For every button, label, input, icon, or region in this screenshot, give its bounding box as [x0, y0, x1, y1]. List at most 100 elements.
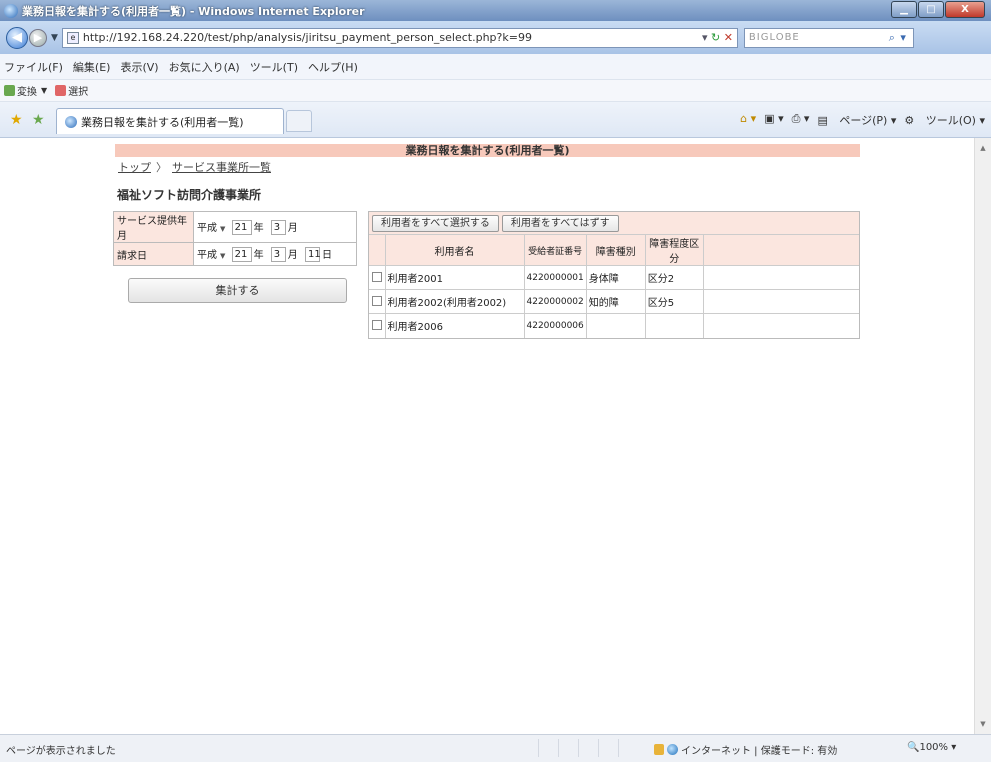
breadcrumb-offices-link[interactable]: サービス事業所一覧 — [172, 161, 271, 174]
users-header-row: 利用者名 受給者証番号 障害種別 障害程度区分 — [369, 234, 859, 266]
user-name: 利用者2001 — [384, 265, 524, 290]
refresh-icon[interactable]: ↻ — [711, 31, 720, 44]
menu-bar: ファイル(F) 編集(E) 表示(V) お気に入り(A) ツール(T) ヘルプ(… — [0, 54, 991, 80]
search-provider: BIGLOBE — [748, 32, 800, 43]
maximize-button[interactable]: □ — [918, 1, 944, 18]
menu-tools[interactable]: ツール(T) — [250, 59, 298, 75]
service-year-input[interactable]: 21 — [231, 220, 252, 236]
status-divider — [538, 739, 556, 757]
user-disability-type: 知的障 — [585, 289, 646, 314]
scroll-up-icon[interactable]: ▲ — [975, 140, 991, 156]
back-button[interactable]: ◀ — [6, 26, 28, 49]
vertical-scrollbar[interactable]: ▲ ▼ — [974, 138, 991, 734]
search-icon[interactable]: ⌕ ▾ — [889, 31, 907, 45]
row-checkbox-cell — [369, 313, 385, 338]
status-divider — [558, 739, 576, 757]
url-dropdown-icon[interactable]: ▾ — [702, 31, 708, 44]
menu-favorites[interactable]: お気に入り(A) — [169, 59, 240, 75]
service-month-row: サービス提供年月 平成 ▼ 21 年 3月 — [113, 211, 357, 243]
url-text: http://192.168.24.220/test/php/analysis/… — [82, 31, 532, 44]
billing-era-select[interactable]: 平成 ▼ — [197, 246, 225, 261]
office-name: 福祉ソフト訪問介護事業所 — [117, 188, 262, 202]
user-disability-type: 身体障 — [585, 265, 646, 290]
user-checkbox[interactable] — [371, 296, 382, 306]
row-checkbox-cell — [369, 265, 385, 290]
user-disability-type — [585, 313, 646, 338]
select-button[interactable]: 選択 — [55, 83, 88, 98]
status-divider — [618, 739, 636, 757]
aggregate-button[interactable]: 集計する — [128, 278, 347, 303]
tab-label: 業務日報を集計する(利用者一覧) — [81, 115, 244, 129]
breadcrumb-top-link[interactable]: トップ — [118, 161, 151, 174]
print-icon[interactable]: ⎙ ▾ — [792, 112, 810, 128]
year-unit: 年 — [253, 249, 264, 261]
billing-day-input[interactable]: 11 — [304, 247, 321, 263]
billing-era-value: 平成 — [197, 249, 217, 261]
billing-date-label: 請求日 — [113, 242, 194, 266]
zoom-level[interactable]: 🔍100% ▾ — [907, 742, 956, 753]
user-disability-degree — [644, 313, 704, 338]
scroll-down-icon[interactable]: ▼ — [975, 716, 991, 732]
day-unit: 日 — [321, 249, 332, 261]
service-era-select[interactable]: 平成 ▼ — [197, 219, 225, 234]
chevron-down-icon: ▼ — [220, 251, 226, 260]
menu-help[interactable]: ヘルプ(H) — [308, 59, 358, 75]
billing-month-input[interactable]: 3 — [270, 247, 286, 263]
tools-menu[interactable]: ⚙ ツール(O) ▾ — [904, 112, 985, 128]
url-tools: ▾ ↻ ✕ — [702, 31, 733, 44]
user-selection-panel: 利用者をすべて選択する 利用者をすべてはずす 利用者名 受給者証番号 障害種別 … — [368, 211, 860, 339]
search-input[interactable]: BIGLOBE ⌕ ▾ — [743, 27, 914, 48]
home-icon[interactable]: ⌂ ▾ — [740, 112, 756, 128]
row-spacer — [702, 313, 859, 338]
breadcrumb: トップ〉サービス事業所一覧 — [118, 159, 271, 175]
table-row: 利用者2006 4220000006 — [369, 313, 859, 338]
feeds-icon[interactable]: ▣ ▾ — [764, 112, 783, 128]
window-title: 業務日報を集計する(利用者一覧) - Windows Internet Expl… — [22, 4, 365, 18]
user-action-row: 利用者をすべて選択する 利用者をすべてはずす — [369, 212, 859, 234]
billing-year-input[interactable]: 21 — [231, 247, 252, 263]
history-dropdown-icon[interactable]: ▼ — [51, 33, 58, 43]
close-button[interactable]: X — [945, 1, 985, 18]
menu-view[interactable]: 表示(V) — [120, 59, 158, 75]
menu-file[interactable]: ファイル(F) — [4, 59, 63, 75]
user-disability-degree: 区分2 — [644, 265, 704, 290]
convert-button[interactable]: 変換 ▼ — [4, 83, 47, 98]
toolbar: 変換 ▼ 選択 — [0, 80, 991, 102]
table-row: 利用者2001 4220000001 身体障 区分2 — [369, 265, 859, 290]
minimize-button[interactable]: ▁ — [891, 1, 917, 18]
add-favorites-icon[interactable]: ★ — [32, 112, 45, 128]
user-disability-degree: 区分5 — [644, 289, 704, 314]
url-field[interactable]: e http://192.168.24.220/test/php/analysi… — [61, 27, 738, 48]
column-header-type: 障害種別 — [585, 234, 646, 266]
forward-button[interactable]: ▶ — [29, 28, 47, 47]
convert-dropdown-icon[interactable]: ▼ — [41, 86, 47, 95]
year-unit: 年 — [253, 222, 264, 234]
favorites-star-icon[interactable]: ★ — [10, 112, 23, 128]
month-unit: 月 — [287, 222, 298, 234]
stop-icon[interactable]: ✕ — [724, 31, 733, 44]
page-icon: e — [66, 31, 79, 44]
user-number: 4220000002 — [523, 289, 587, 314]
page-menu[interactable]: ▤ ページ(P) ▾ — [817, 112, 896, 128]
user-checkbox[interactable] — [371, 320, 382, 331]
select-all-users-button[interactable]: 利用者をすべて選択する — [372, 214, 499, 232]
billing-date-field: 平成 ▼ 21 年 3月 11日 — [193, 242, 357, 266]
window-title-bar: 業務日報を集計する(利用者一覧) - Windows Internet Expl… — [0, 0, 991, 21]
service-month-input[interactable]: 3 — [270, 220, 286, 236]
menu-edit[interactable]: 編集(E) — [73, 59, 111, 75]
users-table: 利用者名 受給者証番号 障害種別 障害程度区分 利用者2001 42200000… — [369, 234, 859, 338]
convert-icon — [4, 85, 15, 96]
user-name: 利用者2006 — [384, 313, 524, 338]
checkbox-header — [369, 234, 385, 266]
new-tab-button[interactable] — [286, 110, 312, 132]
security-zone[interactable]: インターネット | 保護モード: 有効 — [654, 742, 837, 757]
window-controls: ▁ □ X — [890, 1, 985, 18]
user-checkbox[interactable] — [371, 272, 382, 282]
month-unit: 月 — [287, 249, 298, 261]
column-header-number: 受給者証番号 — [523, 234, 587, 266]
globe-icon — [667, 744, 678, 755]
tab-active[interactable]: 業務日報を集計する(利用者一覧) — [56, 108, 284, 134]
user-number: 4220000006 — [523, 313, 587, 338]
tab-page-icon — [65, 115, 77, 128]
deselect-all-users-button[interactable]: 利用者をすべてはずす — [501, 214, 619, 232]
